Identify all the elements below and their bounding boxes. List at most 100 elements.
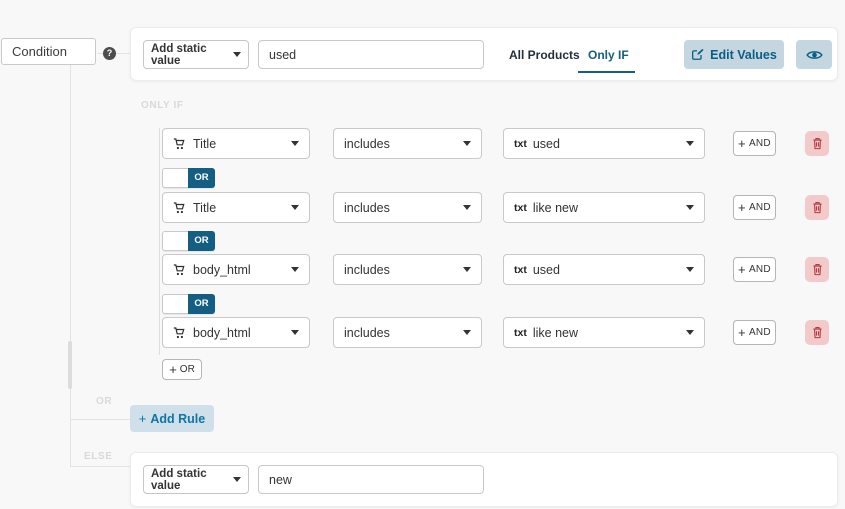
- operator-dropdown[interactable]: includes: [333, 254, 482, 285]
- field-dropdown[interactable]: Title: [162, 128, 310, 159]
- value-dropdown[interactable]: txt like new: [503, 192, 705, 223]
- toggle-and-side: [162, 231, 188, 251]
- toggle-and-side: [162, 294, 188, 314]
- preview-button[interactable]: [796, 40, 832, 69]
- value-dropdown[interactable]: txt used: [503, 128, 705, 159]
- value-label: used: [533, 137, 560, 151]
- operator-label: includes: [344, 201, 390, 215]
- add-and-button[interactable]: + AND: [733, 131, 776, 156]
- tab-all-products[interactable]: All Products: [509, 48, 580, 62]
- cart-icon: [173, 264, 186, 276]
- help-icon[interactable]: ?: [103, 47, 116, 60]
- chevron-down-icon: [291, 141, 299, 146]
- chevron-down-icon: [291, 205, 299, 210]
- and-or-toggle[interactable]: OR: [162, 168, 215, 188]
- add-static-value-label: Add static value: [151, 468, 233, 492]
- and-or-toggle[interactable]: OR: [162, 294, 215, 314]
- rule-row: body_html includes txt used + AND: [162, 254, 832, 285]
- scrollbar-thumb[interactable]: [68, 341, 72, 389]
- tree-branch-else: [70, 466, 130, 467]
- value-label: used: [533, 263, 560, 277]
- chevron-down-icon: [686, 205, 694, 210]
- chevron-down-icon: [463, 141, 471, 146]
- delete-rule-button[interactable]: [805, 131, 829, 156]
- value-dropdown[interactable]: txt like new: [503, 317, 705, 348]
- chevron-down-icon: [463, 267, 471, 272]
- else-branch-label: ELSE: [84, 451, 113, 462]
- field-label: body_html: [193, 326, 251, 340]
- value-type-badge: txt: [514, 264, 527, 276]
- tree-branch-or: [70, 419, 130, 420]
- edit-pencil-icon: [691, 48, 704, 61]
- add-and-button[interactable]: + AND: [733, 257, 776, 282]
- add-static-value-label: Add static value: [151, 43, 233, 67]
- value-label: like new: [533, 326, 578, 340]
- tree-vertical-line: [70, 64, 71, 467]
- add-static-value-dropdown[interactable]: Add static value: [143, 40, 249, 69]
- trash-icon: [812, 263, 823, 276]
- operator-dropdown[interactable]: includes: [333, 317, 482, 348]
- delete-rule-button[interactable]: [805, 257, 829, 282]
- active-tab-underline: [578, 71, 635, 73]
- toggle-and-side: [162, 168, 188, 188]
- field-label: body_html: [193, 263, 251, 277]
- value-type-badge: txt: [514, 138, 527, 150]
- operator-label: includes: [344, 326, 390, 340]
- chevron-down-icon: [233, 52, 241, 57]
- add-static-value-dropdown[interactable]: Add static value: [143, 465, 249, 494]
- chevron-down-icon: [291, 330, 299, 335]
- chevron-down-icon: [686, 330, 694, 335]
- chevron-down-icon: [233, 477, 241, 482]
- rules-group-line: [159, 128, 160, 355]
- add-rule-button[interactable]: + Add Rule: [130, 405, 214, 432]
- rule-row: Title includes txt like new + AND: [162, 192, 832, 223]
- or-branch-label: OR: [96, 396, 112, 407]
- field-dropdown[interactable]: body_html: [162, 254, 310, 285]
- rule-row: body_html includes txt like new + AND: [162, 317, 832, 348]
- toggle-or-side: OR: [188, 168, 215, 188]
- and-or-toggle[interactable]: OR: [162, 231, 215, 251]
- only-if-section-label: ONLY IF: [141, 100, 184, 111]
- field-label: Title: [193, 137, 216, 151]
- value-type-badge: txt: [514, 202, 527, 214]
- chevron-down-icon: [686, 141, 694, 146]
- value-type-badge: txt: [514, 327, 527, 339]
- condition-node: Condition: [1, 38, 96, 65]
- tab-only-if[interactable]: Only IF: [588, 48, 629, 62]
- field-dropdown[interactable]: Title: [162, 192, 310, 223]
- edit-values-label: Edit Values: [710, 48, 777, 62]
- delete-rule-button[interactable]: [805, 320, 829, 345]
- value-label: like new: [533, 201, 578, 215]
- add-and-button[interactable]: + AND: [733, 320, 776, 345]
- operator-label: includes: [344, 263, 390, 277]
- operator-label: includes: [344, 137, 390, 151]
- trash-icon: [812, 326, 823, 339]
- value-dropdown[interactable]: txt used: [503, 254, 705, 285]
- if-value-input[interactable]: [258, 40, 484, 69]
- field-label: Title: [193, 201, 216, 215]
- cart-icon: [173, 327, 186, 339]
- chevron-down-icon: [686, 267, 694, 272]
- operator-dropdown[interactable]: includes: [333, 128, 482, 159]
- delete-rule-button[interactable]: [805, 195, 829, 220]
- toggle-or-side: OR: [188, 231, 215, 251]
- operator-dropdown[interactable]: includes: [333, 192, 482, 223]
- else-value-panel: Add static value: [130, 452, 838, 507]
- chevron-down-icon: [463, 330, 471, 335]
- cart-icon: [173, 138, 186, 150]
- chevron-down-icon: [463, 205, 471, 210]
- trash-icon: [812, 137, 823, 150]
- else-value-input[interactable]: [258, 465, 484, 494]
- rule-row: Title includes txt used + AND: [162, 128, 832, 159]
- condition-label: Condition: [12, 44, 67, 59]
- cart-icon: [173, 202, 186, 214]
- field-dropdown[interactable]: body_html: [162, 317, 310, 348]
- if-value-panel: Add static value All Products Only IF Ed…: [130, 27, 838, 81]
- edit-values-button[interactable]: Edit Values: [684, 40, 784, 69]
- eye-icon: [806, 49, 823, 61]
- add-and-button[interactable]: + AND: [733, 195, 776, 220]
- trash-icon: [812, 201, 823, 214]
- toggle-or-side: OR: [188, 294, 215, 314]
- chevron-down-icon: [291, 267, 299, 272]
- add-or-button[interactable]: + OR: [162, 359, 202, 380]
